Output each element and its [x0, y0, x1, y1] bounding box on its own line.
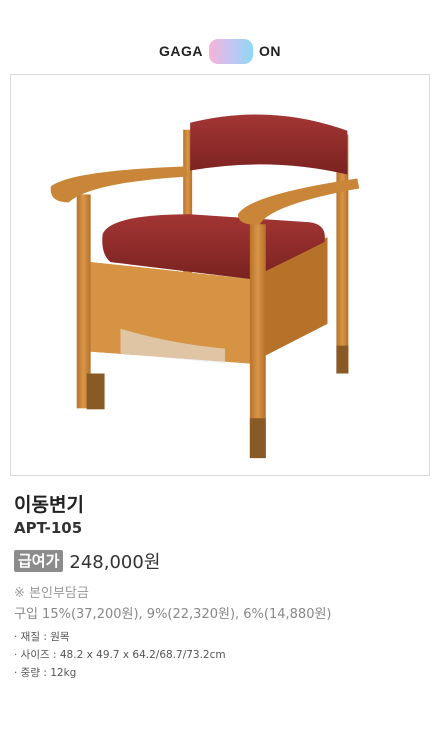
copay-note: ※ 본인부담금 [14, 586, 89, 601]
logo-pill-icon [209, 38, 253, 64]
product-image[interactable] [10, 74, 430, 476]
spec-material: · 재질 : 원목 [14, 631, 70, 643]
chair-illustration [50, 114, 360, 459]
spec-weight: · 중량 : 12kg [14, 667, 77, 679]
logo-text-right: ON [259, 43, 281, 59]
spec-size: · 사이즈 : 48.2 x 49.7 x 64.2/68.7/73.2cm [14, 649, 226, 661]
spec-list: · 재질 : 원목 · 사이즈 : 48.2 x 49.7 x 64.2/68.… [14, 628, 226, 682]
product-model: APT-105 [14, 519, 83, 537]
product-title: 이동변기 [14, 494, 84, 516]
price-row: 급여가 248,000원 [14, 548, 160, 574]
brand-logo[interactable]: GAGA ON [0, 36, 440, 66]
logo-text-left: GAGA [159, 43, 203, 59]
copay-detail: 구입 15%(37,200원), 9%(22,320원), 6%(14,880원… [14, 607, 332, 622]
product-price: 248,000원 [69, 552, 161, 573]
price-badge: 급여가 [14, 550, 64, 572]
